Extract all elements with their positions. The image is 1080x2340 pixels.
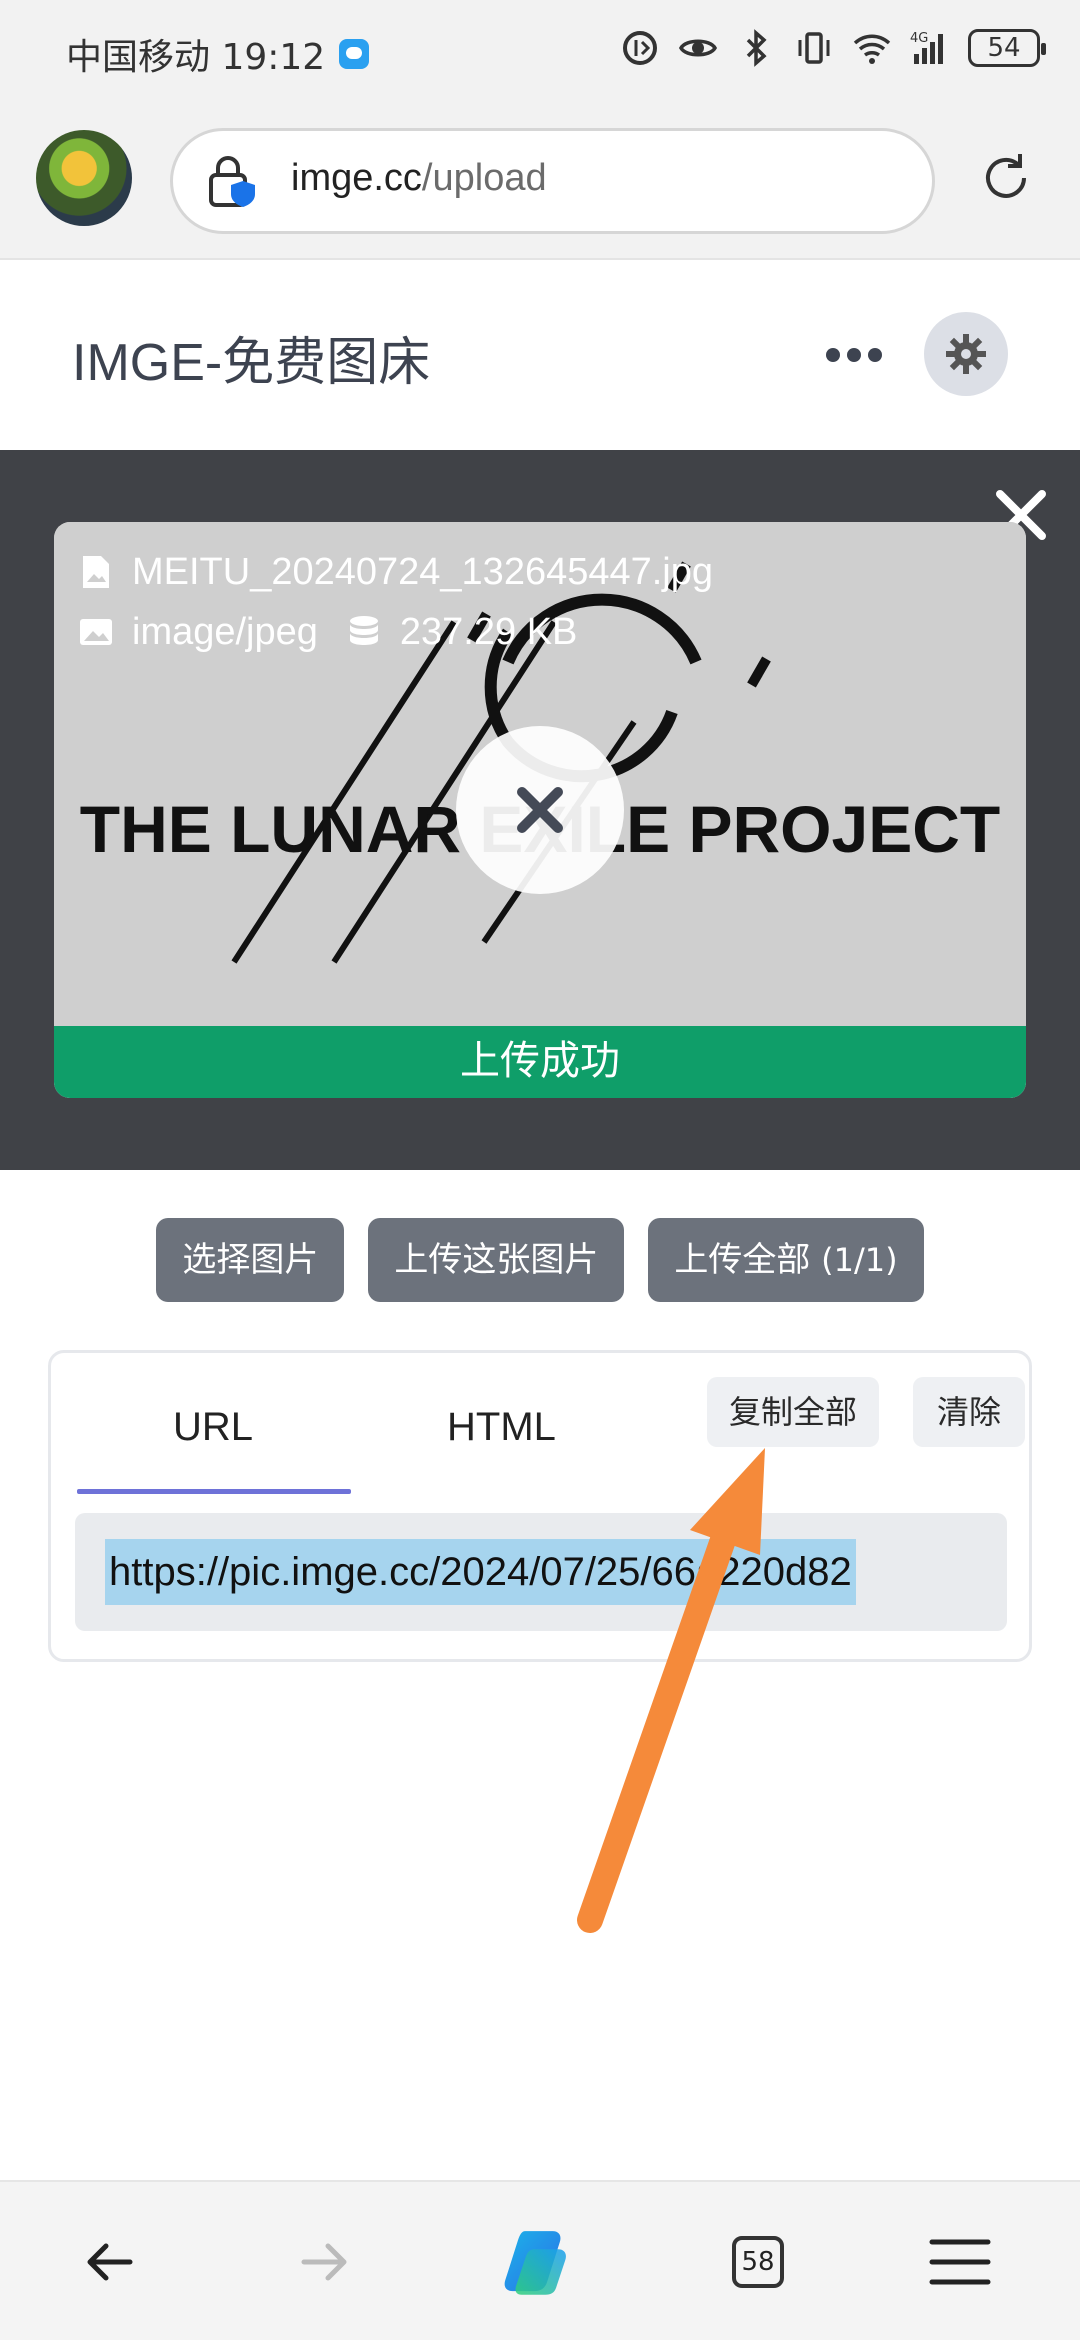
profile-avatar[interactable] [36,130,132,226]
database-icon [349,616,378,645]
forward-button[interactable] [284,2222,364,2302]
bluetooth-icon [746,29,767,67]
reload-icon[interactable] [976,148,1036,208]
wifi-icon [853,34,891,64]
menu-button[interactable] [920,2222,1000,2302]
close-icon [517,787,563,833]
status-bar: 中国移动 19:12 4G 54 [0,0,1080,100]
image-icon [80,619,112,645]
image-file-icon [83,556,109,588]
tabs-button[interactable]: 58 [718,2222,798,2302]
browser-bottom-nav: 58 [0,2180,1080,2340]
vibrate-icon [798,32,830,64]
battery-indicator: 54 [968,29,1046,67]
annotation-arrow [577,1448,765,1933]
url-field[interactable]: imge.cc/upload [170,128,935,234]
action-buttons: 选择图片 上传这张图片 上传全部 (1/1) [0,1218,1080,1302]
carrier-time: 中国移动 19:12 [66,37,326,78]
settings-button[interactable] [924,312,1008,396]
eye-icon [678,39,718,57]
hamburger-menu-icon [929,2239,991,2285]
back-button[interactable] [70,2222,150,2302]
copilot-button[interactable] [498,2222,578,2302]
gear-icon [946,334,986,374]
upload-all-label: 上传全部 [674,1240,811,1280]
forward-arrow-icon [301,2243,347,2281]
more-options-icon[interactable] [826,340,882,370]
message-icon [339,39,370,69]
copilot-icon [504,2231,566,2295]
remove-image-button[interactable] [456,726,624,894]
file-mime: image/jpeg [132,610,318,653]
signal-icon: 4G [910,31,943,64]
upload-this-button[interactable]: 上传这张图片 [368,1218,625,1302]
upload-all-button[interactable]: 上传全部 (1/1) [648,1218,924,1302]
result-url-field[interactable]: https://pic.imge.cc/2024/07/25/66a220d82 [75,1513,1007,1631]
file-size: 237.29 KB [399,610,578,653]
upload-preview-area: THE LUNAR EXILE PROJECT MEITU_20240724_1… [0,450,1080,1170]
browser-address-bar: imge.cc/upload [0,100,1080,260]
active-tab-indicator [77,1489,351,1494]
tab-url[interactable]: URL [173,1405,253,1450]
tab-count: 58 [732,2236,784,2288]
back-arrow-icon [87,2243,133,2281]
clear-button[interactable]: 清除 [913,1377,1026,1447]
upload-all-count: (1/1) [821,1241,898,1279]
image-preview-card: THE LUNAR EXILE PROJECT MEITU_20240724_1… [54,522,1026,1098]
url-domain: imge.cc [291,157,422,199]
upload-success-bar: 上传成功 [54,1026,1026,1098]
file-name: MEITU_20240724_132645447.jpg [132,550,714,593]
data-saver-icon [623,31,657,65]
svg-text:4G: 4G [910,31,928,46]
tab-html[interactable]: HTML [447,1405,556,1450]
site-title[interactable]: IMGE-免费图床 [72,320,430,395]
result-panel: URL HTML 复制全部 清除 https://pic.imge.cc/202… [48,1350,1032,1662]
select-image-button[interactable]: 选择图片 [156,1218,345,1302]
url-path: /upload [421,157,547,199]
site-header: IMGE-免费图床 [0,262,1080,450]
lock-shield-icon[interactable] [203,153,263,213]
